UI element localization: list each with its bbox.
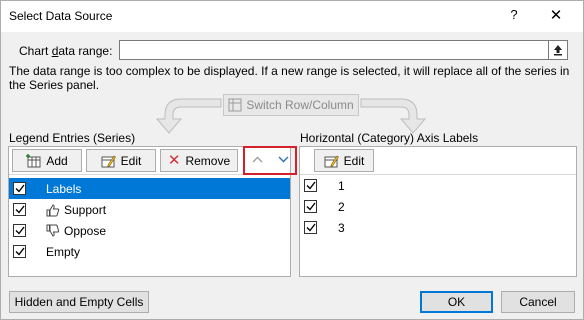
- move-down-button[interactable]: [272, 149, 294, 170]
- switch-icon: [228, 98, 242, 112]
- ok-button[interactable]: OK: [420, 291, 493, 313]
- axis-labels-label: Horizontal (Category) Axis Labels: [300, 131, 479, 145]
- collapse-dialog-button[interactable]: [548, 40, 568, 60]
- check-icon: [15, 247, 25, 256]
- add-series-button[interactable]: Add: [12, 149, 82, 172]
- series-checkbox[interactable]: [13, 245, 26, 258]
- edit-series-button[interactable]: Edit: [86, 149, 156, 172]
- thumbs-up-icon: [46, 203, 60, 216]
- series-label: Labels: [46, 181, 82, 196]
- axis-labels-panel: Edit 1 2 3: [299, 146, 577, 277]
- hidden-empty-cells-button[interactable]: Hidden and Empty Cells: [9, 291, 149, 313]
- edit-axis-labels-button[interactable]: Edit: [314, 149, 374, 172]
- series-checkbox[interactable]: [13, 182, 26, 195]
- axis-row[interactable]: 1: [300, 175, 576, 196]
- switch-row-column-label: Switch Row/Column: [246, 98, 354, 112]
- check-icon: [306, 202, 316, 211]
- check-icon: [15, 205, 25, 214]
- check-icon: [306, 223, 316, 232]
- switch-row-column-button[interactable]: Switch Row/Column: [223, 94, 359, 116]
- chevron-up-icon: [252, 156, 262, 163]
- close-button[interactable]: ✕: [544, 6, 568, 28]
- edit-table-icon: [101, 155, 116, 167]
- axis-edit-label: Edit: [343, 153, 365, 168]
- axis-row[interactable]: 2: [300, 196, 576, 217]
- legend-entries-label: Legend Entries (Series): [9, 131, 136, 145]
- axis-label: 1: [338, 178, 345, 193]
- axis-checkbox[interactable]: [304, 221, 317, 234]
- title-bar: Select Data Source ? ✕: [1, 1, 583, 32]
- thumbs-down-icon: [46, 224, 60, 237]
- axis-toolbar: Edit: [300, 147, 576, 175]
- axis-label: 2: [338, 199, 345, 214]
- remove-series-button[interactable]: ✕ Remove: [160, 149, 238, 172]
- series-row-empty[interactable]: Empty: [9, 241, 290, 262]
- dialog-title: Select Data Source: [9, 9, 113, 23]
- collapse-arrow-icon: [554, 45, 562, 56]
- add-label: Add: [46, 153, 68, 168]
- axis-row[interactable]: 3: [300, 217, 576, 238]
- remove-label: Remove: [185, 153, 231, 168]
- series-label: Support: [64, 202, 107, 217]
- add-table-icon: [26, 153, 41, 167]
- series-row-labels[interactable]: Labels: [9, 178, 290, 199]
- check-icon: [15, 184, 25, 193]
- chart-data-range-label: Chart data range:: [19, 44, 113, 58]
- series-checkbox[interactable]: [13, 203, 26, 216]
- remove-x-icon: ✕: [167, 151, 181, 169]
- axis-checkbox[interactable]: [304, 179, 317, 192]
- series-row-support[interactable]: Support: [9, 199, 290, 220]
- legend-toolbar: Add Edit ✕ Remove: [9, 146, 297, 175]
- edit-table-icon: [324, 155, 339, 167]
- series-row-oppose[interactable]: Oppose: [9, 220, 290, 241]
- check-icon: [15, 226, 25, 235]
- chart-data-range-input[interactable]: [119, 40, 549, 60]
- chevron-down-icon: [278, 156, 288, 163]
- cancel-button[interactable]: Cancel: [501, 291, 575, 313]
- axis-checkbox[interactable]: [304, 200, 317, 213]
- select-data-source-dialog: Select Data Source ? ✕ Chart data range:…: [0, 0, 584, 320]
- check-icon: [306, 181, 316, 190]
- series-checkbox[interactable]: [13, 224, 26, 237]
- help-button[interactable]: ?: [503, 7, 525, 27]
- legend-entries-panel: Add Edit ✕ Remove Labels Support Oppose …: [8, 146, 297, 277]
- series-label: Empty: [46, 244, 81, 259]
- move-up-button[interactable]: [246, 149, 268, 170]
- edit-label: Edit: [120, 153, 142, 168]
- range-complex-note: The data range is too complex to be disp…: [9, 64, 570, 92]
- axis-label: 3: [338, 220, 345, 235]
- series-label: Oppose: [64, 223, 107, 238]
